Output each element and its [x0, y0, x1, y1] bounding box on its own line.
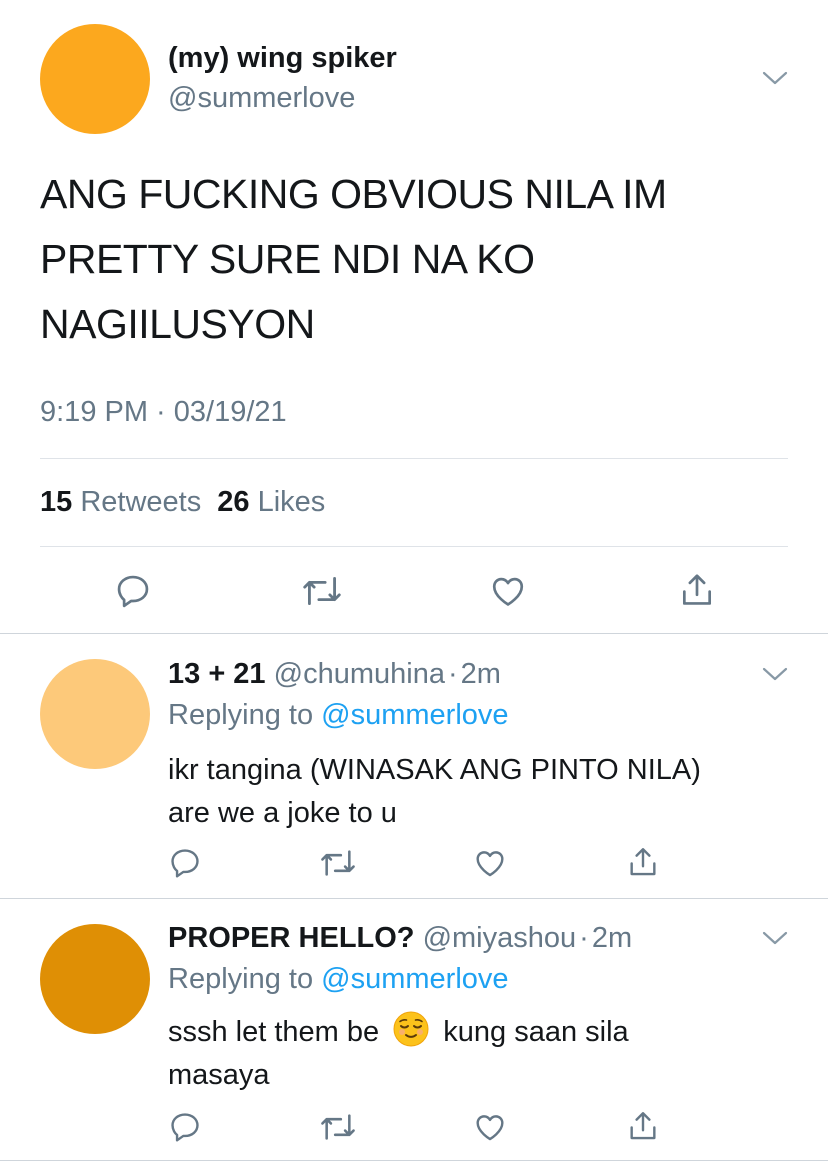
author-handle[interactable]: @summerlove [168, 82, 355, 115]
share-icon[interactable] [626, 844, 660, 880]
reply-text: sssh let them be kung saan sila masaya [168, 1011, 629, 1097]
replying-to: Replying to @summerlove [168, 963, 509, 996]
likes-label: Likes [257, 486, 326, 518]
reply-icon[interactable] [114, 572, 152, 610]
share-icon[interactable] [626, 1108, 660, 1144]
reply-handle[interactable]: @chumuhina [274, 658, 445, 690]
reply-text-segment: sssh let them be [168, 1016, 380, 1048]
replying-to-label: Replying to [168, 699, 314, 731]
replying-to-label: Replying to [168, 963, 314, 995]
reply-header: 13 + 21 @chumuhina · 2m [168, 658, 501, 691]
reply-text-line: sssh let them be kung saan sila [168, 1011, 629, 1054]
reply-icon[interactable] [168, 846, 202, 880]
reply-time[interactable]: 2m [592, 922, 632, 954]
tweet-stats: 15 Retweets 26 Likes [40, 486, 325, 519]
replying-to-link[interactable]: @summerlove [321, 963, 508, 995]
reply-avatar[interactable] [40, 659, 150, 769]
retweets-label: Retweets [80, 486, 202, 518]
reply-text-line: masaya [168, 1059, 270, 1091]
retweets-count: 15 [40, 486, 73, 518]
reply-text: ikr tangina (WINASAK ANG PINTO NILA) are… [168, 749, 701, 835]
likes-count: 26 [217, 486, 250, 518]
tweet-text: ANG FUCKING OBVIOUS NILA IM PRETTY SURE … [40, 162, 800, 357]
divider [40, 546, 788, 547]
reply-icon[interactable] [168, 1110, 202, 1144]
tweet-timestamp[interactable]: 9:19 PM · 03/19/21 [40, 396, 287, 429]
like-icon[interactable] [472, 1110, 508, 1144]
chevron-down-icon[interactable] [762, 666, 788, 682]
divider [0, 898, 828, 899]
reply-display-name[interactable]: 13 + 21 [168, 658, 266, 690]
divider [40, 458, 788, 459]
separator-dot: · [447, 658, 458, 690]
reply-header: PROPER HELLO? @miyashou · 2m [168, 922, 632, 955]
divider [0, 633, 828, 634]
share-icon[interactable] [678, 570, 716, 610]
tweet-text-line: NAGIILUSYON [40, 301, 315, 347]
reply-text-line: ikr tangina (WINASAK ANG PINTO NILA) [168, 754, 701, 786]
like-icon[interactable] [472, 846, 508, 880]
author-avatar[interactable] [40, 24, 150, 134]
retweet-icon[interactable] [318, 846, 358, 880]
replying-to-link[interactable]: @summerlove [321, 699, 508, 731]
tweet-text-line: ANG FUCKING OBVIOUS NILA IM [40, 171, 667, 217]
retweet-icon[interactable] [300, 572, 344, 610]
retweet-icon[interactable] [318, 1110, 358, 1144]
tweet-text-line: PRETTY SURE NDI NA KO [40, 236, 535, 282]
replying-to: Replying to @summerlove [168, 699, 509, 732]
retweets-stat[interactable]: 15 Retweets [40, 486, 209, 518]
divider [0, 1160, 828, 1161]
chevron-down-icon[interactable] [762, 930, 788, 946]
author-display-name[interactable]: (my) wing spiker [168, 42, 397, 75]
reply-text-line: are we a joke to u [168, 797, 397, 829]
likes-stat[interactable]: 26 Likes [217, 486, 325, 518]
separator-dot: · [579, 922, 589, 954]
reply-handle[interactable]: @miyashou [423, 922, 577, 954]
reply-avatar[interactable] [40, 924, 150, 1034]
chevron-down-icon[interactable] [762, 70, 788, 86]
reply-text-segment: kung saan sila [443, 1016, 629, 1048]
relieved-face-icon [393, 1011, 429, 1047]
reply-display-name[interactable]: PROPER HELLO? [168, 922, 415, 954]
reply-time[interactable]: 2m [461, 658, 501, 690]
like-icon[interactable] [488, 572, 528, 610]
